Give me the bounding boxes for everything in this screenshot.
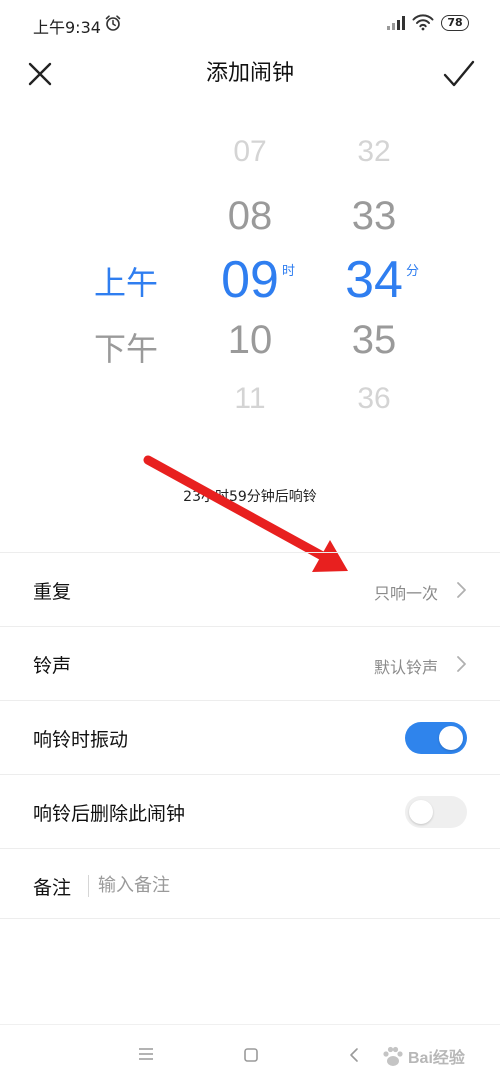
- minute-option[interactable]: 33: [324, 194, 424, 239]
- confirm-button[interactable]: [442, 58, 476, 90]
- ringtone-row[interactable]: 铃声 默认铃声: [0, 626, 500, 700]
- menu-icon[interactable]: [138, 1047, 154, 1061]
- hour-selected[interactable]: 09: [200, 250, 300, 310]
- note-label: 备注: [33, 877, 72, 899]
- toggle-knob: [409, 800, 433, 824]
- hour-option[interactable]: 11: [200, 382, 300, 416]
- ringtone-label: 铃声: [33, 655, 72, 677]
- ampm-selected[interactable]: 上午: [76, 258, 176, 304]
- note-divider: [88, 875, 89, 897]
- minute-option[interactable]: 32: [324, 135, 424, 169]
- page-title: 添加闹钟: [205, 61, 294, 86]
- note-input[interactable]: [98, 869, 458, 901]
- back-icon[interactable]: [347, 1047, 361, 1063]
- minute-option[interactable]: 35: [324, 318, 424, 363]
- chevron-right-icon: [457, 582, 466, 598]
- minute-selected[interactable]: 34: [324, 250, 424, 310]
- minute-option[interactable]: 36: [324, 382, 424, 416]
- delete-after-ring-row: 响铃后删除此闹钟: [0, 774, 500, 848]
- watermark: Bai经验: [380, 1036, 498, 1082]
- vibrate-label: 响铃时振动: [33, 729, 129, 751]
- countdown-text: 23小时59分钟后响铃: [183, 489, 317, 505]
- ringtone-value: 默认铃声: [373, 658, 438, 677]
- vibrate-row: 响铃时振动: [0, 700, 500, 774]
- alarm-clock-icon: [105, 15, 121, 31]
- delete-after-ring-label: 响铃后删除此闹钟: [33, 803, 186, 825]
- hour-unit-label: 时: [282, 264, 296, 279]
- battery-indicator: 78: [441, 15, 469, 31]
- hour-option[interactable]: 10: [200, 318, 300, 363]
- status-bar: 上午9:34 78: [0, 0, 500, 48]
- chevron-right-icon: [457, 656, 466, 672]
- repeat-row[interactable]: 重复 只响一次: [0, 552, 500, 626]
- paw-logo-icon: [383, 1046, 403, 1066]
- repeat-value: 只响一次: [373, 584, 438, 603]
- ampm-option[interactable]: 下午: [76, 324, 176, 370]
- check-icon: [443, 60, 475, 87]
- minute-unit-label: 分: [406, 264, 420, 279]
- vibrate-toggle[interactable]: [405, 722, 467, 754]
- watermark-text: Bai经验: [408, 1050, 465, 1067]
- wifi-icon: [412, 14, 434, 31]
- home-icon[interactable]: [243, 1047, 259, 1063]
- hour-option[interactable]: 07: [200, 135, 300, 169]
- time-picker: 上午 下午 07 08 09 10 11 时 32 33 34 35 36 分: [0, 120, 500, 440]
- hour-option[interactable]: 08: [200, 194, 300, 239]
- note-row: 备注: [0, 848, 500, 922]
- status-time: 上午9:34: [33, 18, 101, 37]
- signal-icon: [387, 16, 405, 30]
- list-divider: [0, 918, 500, 919]
- toggle-knob: [439, 726, 463, 750]
- delete-after-ring-toggle[interactable]: [405, 796, 467, 828]
- repeat-label: 重复: [33, 581, 72, 603]
